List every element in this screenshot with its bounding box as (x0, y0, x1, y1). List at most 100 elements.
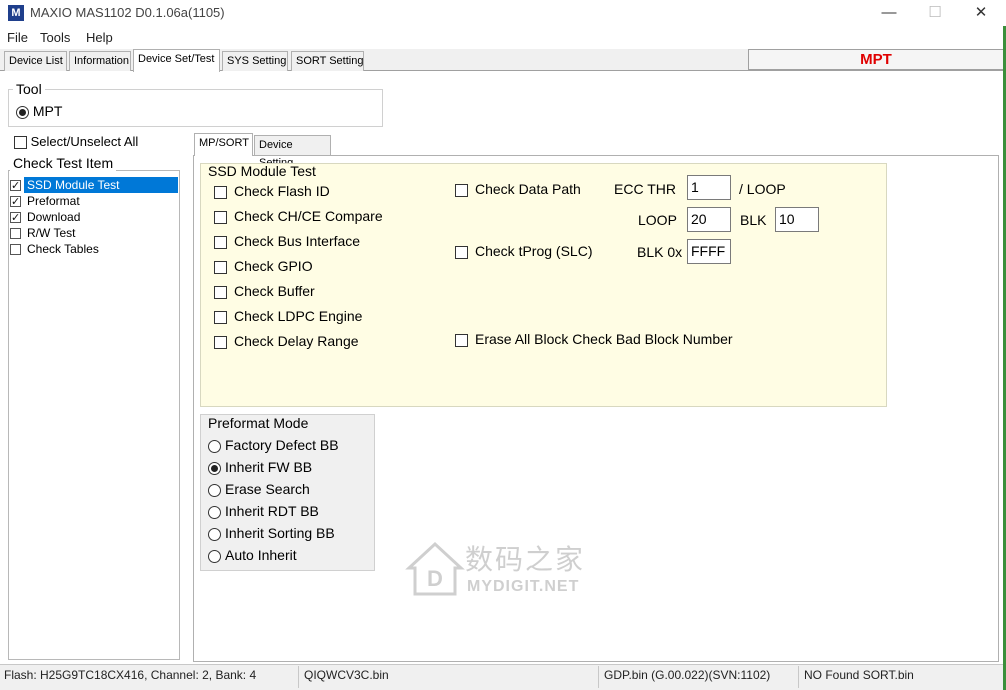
check-item-preformat[interactable]: Preformat (10, 193, 83, 210)
menu-bar (0, 26, 1006, 48)
preformat-inherit-fw-bb-radio[interactable]: Inherit FW BB (208, 459, 312, 475)
radio-icon (208, 483, 221, 497)
tool-group (8, 89, 383, 127)
check-tprog-slc-label: Check tProg (SLC) (475, 243, 593, 259)
minimize-button[interactable]: — (866, 0, 912, 26)
loop-input[interactable]: 20 (687, 207, 731, 232)
erase-all-block-checkbox[interactable]: Erase All Block Check Bad Block Number (455, 331, 733, 347)
check-ch-ce-compare-label: Check CH/CE Compare (234, 208, 383, 224)
preformat-mode-legend: Preformat Mode (208, 415, 309, 431)
ecc-thr-label: ECC THR (614, 181, 676, 197)
check-gpio-checkbox[interactable]: Check GPIO (214, 258, 313, 274)
app-logo-icon: M (8, 5, 24, 21)
check-buffer-checkbox[interactable]: Check Buffer (214, 283, 315, 299)
tool-group-legend: Tool (13, 81, 45, 97)
checkbox-icon (455, 245, 468, 259)
tool-mpt-label: MPT (32, 103, 63, 119)
tab-device-list[interactable]: Device List (4, 51, 67, 71)
blk-input[interactable]: 10 (775, 207, 819, 232)
check-item-label: Download (27, 210, 81, 224)
check-ldpc-engine-checkbox[interactable]: Check LDPC Engine (214, 308, 362, 324)
checkbox-icon (214, 310, 227, 324)
status-sort-file: NO Found SORT.bin (804, 668, 914, 682)
checkbox-icon (10, 194, 21, 210)
radio-icon (208, 439, 221, 453)
checkbox-icon (10, 244, 21, 256)
watermark-cn: 数码之家 (465, 543, 586, 576)
menu-help[interactable]: Help (86, 30, 113, 45)
check-item-ssd-module-test[interactable]: SSD Module Test (10, 177, 178, 194)
ecc-thr-input[interactable]: 1 (687, 175, 731, 200)
check-ch-ce-compare-checkbox[interactable]: Check CH/CE Compare (214, 208, 383, 224)
check-gpio-label: Check GPIO (234, 258, 313, 274)
checkbox-icon (214, 335, 227, 349)
preformat-option-label: Factory Defect BB (225, 437, 339, 453)
checkbox-icon (455, 333, 468, 347)
check-ldpc-engine-label: Check LDPC Engine (234, 308, 363, 324)
window-title: MAXIO MAS1102 D0.1.06a(1105) (30, 5, 225, 20)
check-tprog-slc-checkbox[interactable]: Check tProg (SLC) (455, 243, 592, 259)
loop-label: LOOP (638, 212, 677, 228)
preformat-option-label: Erase Search (225, 481, 310, 497)
watermark-logo: D 数码之家 MYDIGIT.NET (405, 538, 605, 600)
check-data-path-checkbox[interactable]: Check Data Path (455, 181, 581, 197)
preformat-inherit-rdt-bb-radio[interactable]: Inherit RDT BB (208, 503, 319, 519)
status-qi-file: QIQWCV3C.bin (304, 668, 389, 682)
check-test-item-legend: Check Test Item (10, 155, 117, 171)
preformat-inherit-sorting-bb-radio[interactable]: Inherit Sorting BB (208, 525, 335, 541)
checkbox-icon (214, 185, 227, 199)
check-buffer-label: Check Buffer (234, 283, 315, 299)
svg-text:D: D (427, 566, 443, 591)
check-item-download[interactable]: Download (10, 209, 83, 226)
checkbox-icon (214, 285, 227, 299)
mpt-mode-label: MPT (748, 49, 1004, 70)
maximize-button[interactable]: ☐ (912, 0, 958, 26)
preformat-option-label: Auto Inherit (225, 547, 297, 563)
radio-icon (208, 461, 221, 475)
blk-label: BLK (740, 212, 767, 228)
erase-all-block-label: Erase All Block Check Bad Block Number (475, 331, 733, 347)
check-item-label: Preformat (27, 194, 80, 208)
check-flash-id-checkbox[interactable]: Check Flash ID (214, 183, 330, 199)
check-delay-range-checkbox[interactable]: Check Delay Range (214, 333, 359, 349)
preformat-option-label: Inherit Sorting BB (225, 525, 335, 541)
checkbox-icon (214, 235, 227, 249)
radio-icon (16, 105, 29, 119)
tab-information[interactable]: Information (69, 51, 131, 71)
check-data-path-label: Check Data Path (475, 181, 581, 197)
preformat-factory-defect-bb-radio[interactable]: Factory Defect BB (208, 437, 339, 453)
watermark-en: MYDIGIT.NET (467, 578, 580, 595)
check-bus-interface-checkbox[interactable]: Check Bus Interface (214, 233, 360, 249)
blk-0x-input[interactable]: FFFF (687, 239, 731, 264)
status-flash-info: Flash: H25G9TC18CX416, Channel: 2, Bank:… (4, 668, 257, 682)
menu-file[interactable]: File (7, 30, 28, 45)
check-item-label: Check Tables (27, 242, 99, 256)
checkbox-icon (455, 183, 468, 197)
close-button[interactable]: ✕ (958, 0, 1004, 26)
check-delay-range-label: Check Delay Range (234, 333, 359, 349)
checkbox-icon (10, 178, 21, 194)
check-bus-interface-label: Check Bus Interface (234, 233, 361, 249)
tab-mp-sort[interactable]: MP/SORT (194, 133, 253, 156)
preformat-option-label: Inherit FW BB (225, 459, 313, 475)
tab-sys-setting[interactable]: SYS Setting (222, 51, 288, 71)
status-divider (598, 666, 599, 688)
status-gdp-file: GDP.bin (G.00.022)(SVN:1102) (604, 668, 771, 682)
check-item-check-tables[interactable]: Check Tables (10, 241, 102, 257)
select-all-label: Select/Unselect All (30, 134, 139, 149)
check-flash-id-label: Check Flash ID (234, 183, 330, 199)
select-all-checkbox[interactable]: Select/Unselect All (14, 134, 139, 150)
check-item-rw-test[interactable]: R/W Test (10, 225, 78, 241)
checkbox-icon (14, 136, 27, 150)
tab-device-setting[interactable]: Device Setting (254, 135, 331, 169)
radio-icon (208, 505, 221, 519)
check-item-label: R/W Test (27, 226, 76, 240)
preformat-erase-search-radio[interactable]: Erase Search (208, 481, 310, 497)
preformat-auto-inherit-radio[interactable]: Auto Inherit (208, 547, 297, 563)
check-item-label: SSD Module Test (24, 177, 178, 193)
tab-device-set-test[interactable]: Device Set/Test (133, 49, 220, 72)
checkbox-icon (214, 210, 227, 224)
tool-mpt-option[interactable]: MPT (16, 103, 62, 119)
tab-sort-setting[interactable]: SORT Setting (291, 51, 364, 71)
menu-tools[interactable]: Tools (40, 30, 70, 45)
